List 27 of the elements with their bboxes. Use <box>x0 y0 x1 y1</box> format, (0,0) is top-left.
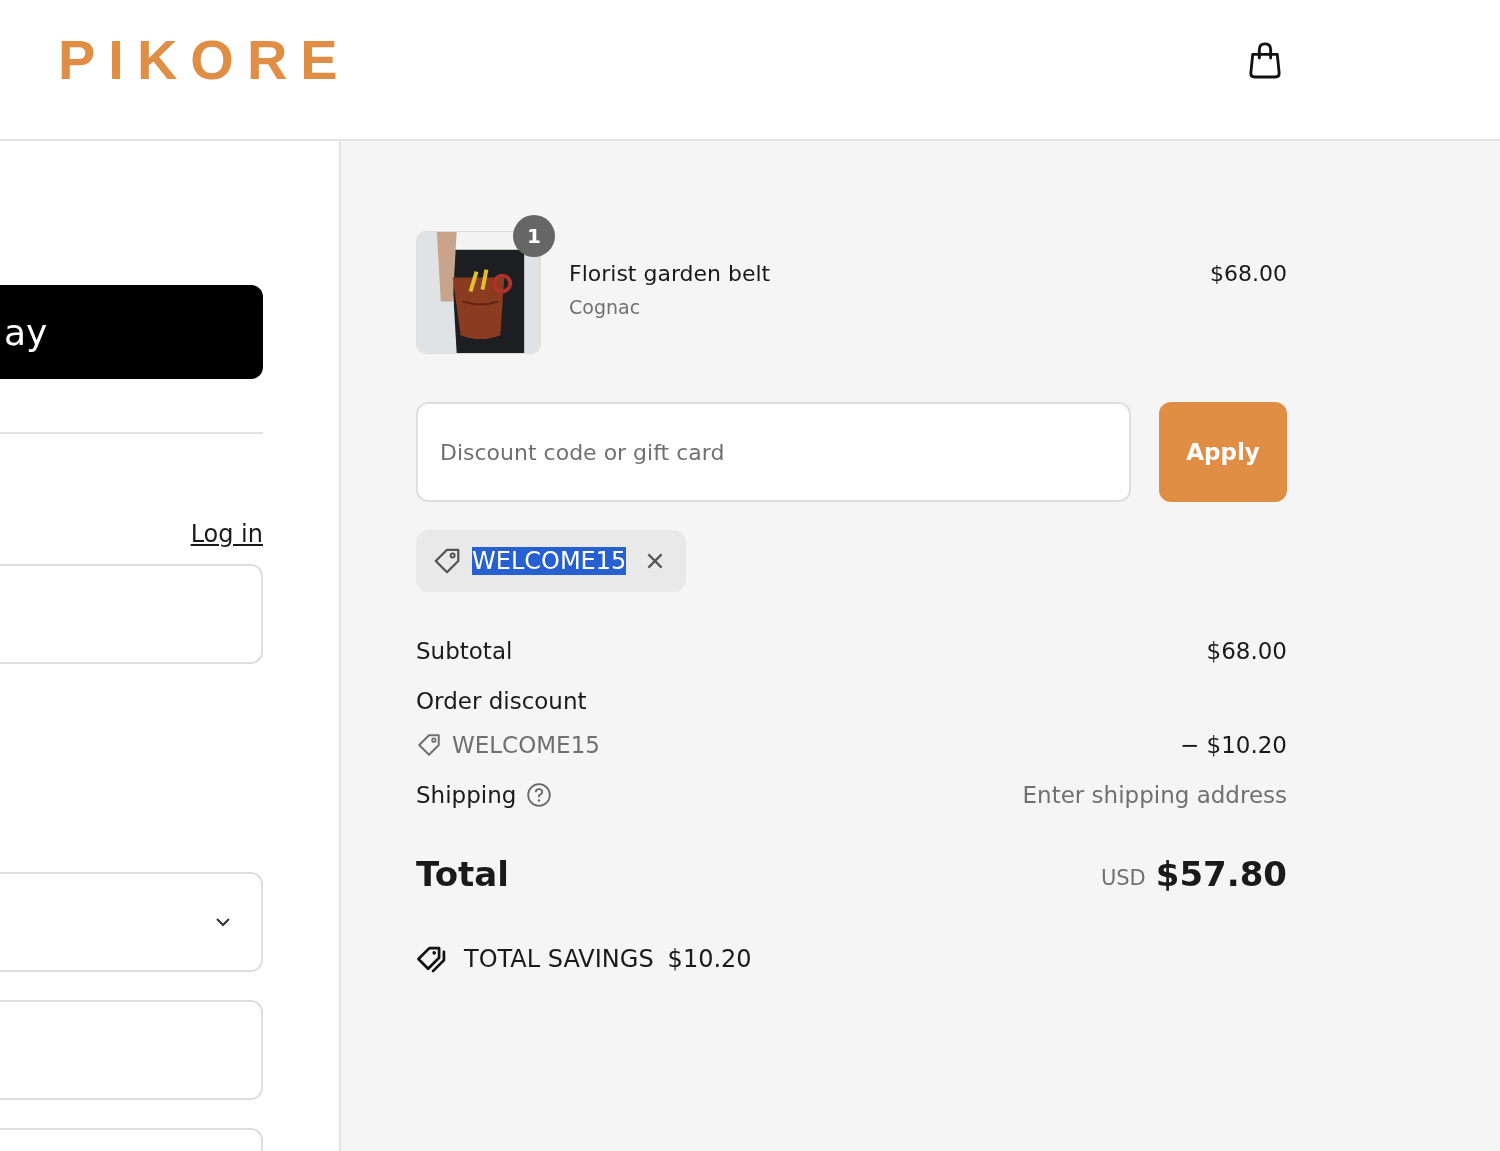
product-name: Florist garden belt <box>569 261 772 286</box>
input-field[interactable] <box>0 1000 263 1100</box>
total-savings-label: TOTAL SAVINGS <box>464 945 654 973</box>
quantity-badge: 1 <box>513 215 555 257</box>
total-savings-value: $10.20 <box>667 945 752 973</box>
order-discount-label: Order discount <box>416 688 587 714</box>
shipping-value: Enter shipping address <box>1022 782 1287 808</box>
subtotal-label: Subtotal <box>416 638 513 664</box>
subtotal-value: $68.00 <box>1206 638 1287 664</box>
discount-code: WELCOME15 <box>452 732 600 758</box>
product-variant: Cognac <box>569 296 642 318</box>
currency-label: USD <box>1100 866 1146 890</box>
help-icon[interactable] <box>526 782 553 808</box>
tag-icon <box>416 732 442 758</box>
select-field[interactable] <box>0 872 263 972</box>
discount-value: − $10.20 <box>1179 732 1287 758</box>
total-value: $57.80 <box>1155 854 1287 894</box>
pay-button[interactable]: ay <box>0 285 263 379</box>
chevron-down-icon <box>215 917 231 927</box>
input-field[interactable] <box>0 564 263 664</box>
shipping-label: Shipping <box>416 782 517 808</box>
total-label: Total <box>416 854 509 894</box>
product-price: $68.00 <box>1210 261 1287 286</box>
discount-code: WELCOME15 <box>472 547 627 575</box>
log-in-link[interactable]: Log in <box>190 520 263 548</box>
discount-field[interactable]: Discount code or gift card <box>416 402 1131 502</box>
tag-icon <box>432 546 462 576</box>
